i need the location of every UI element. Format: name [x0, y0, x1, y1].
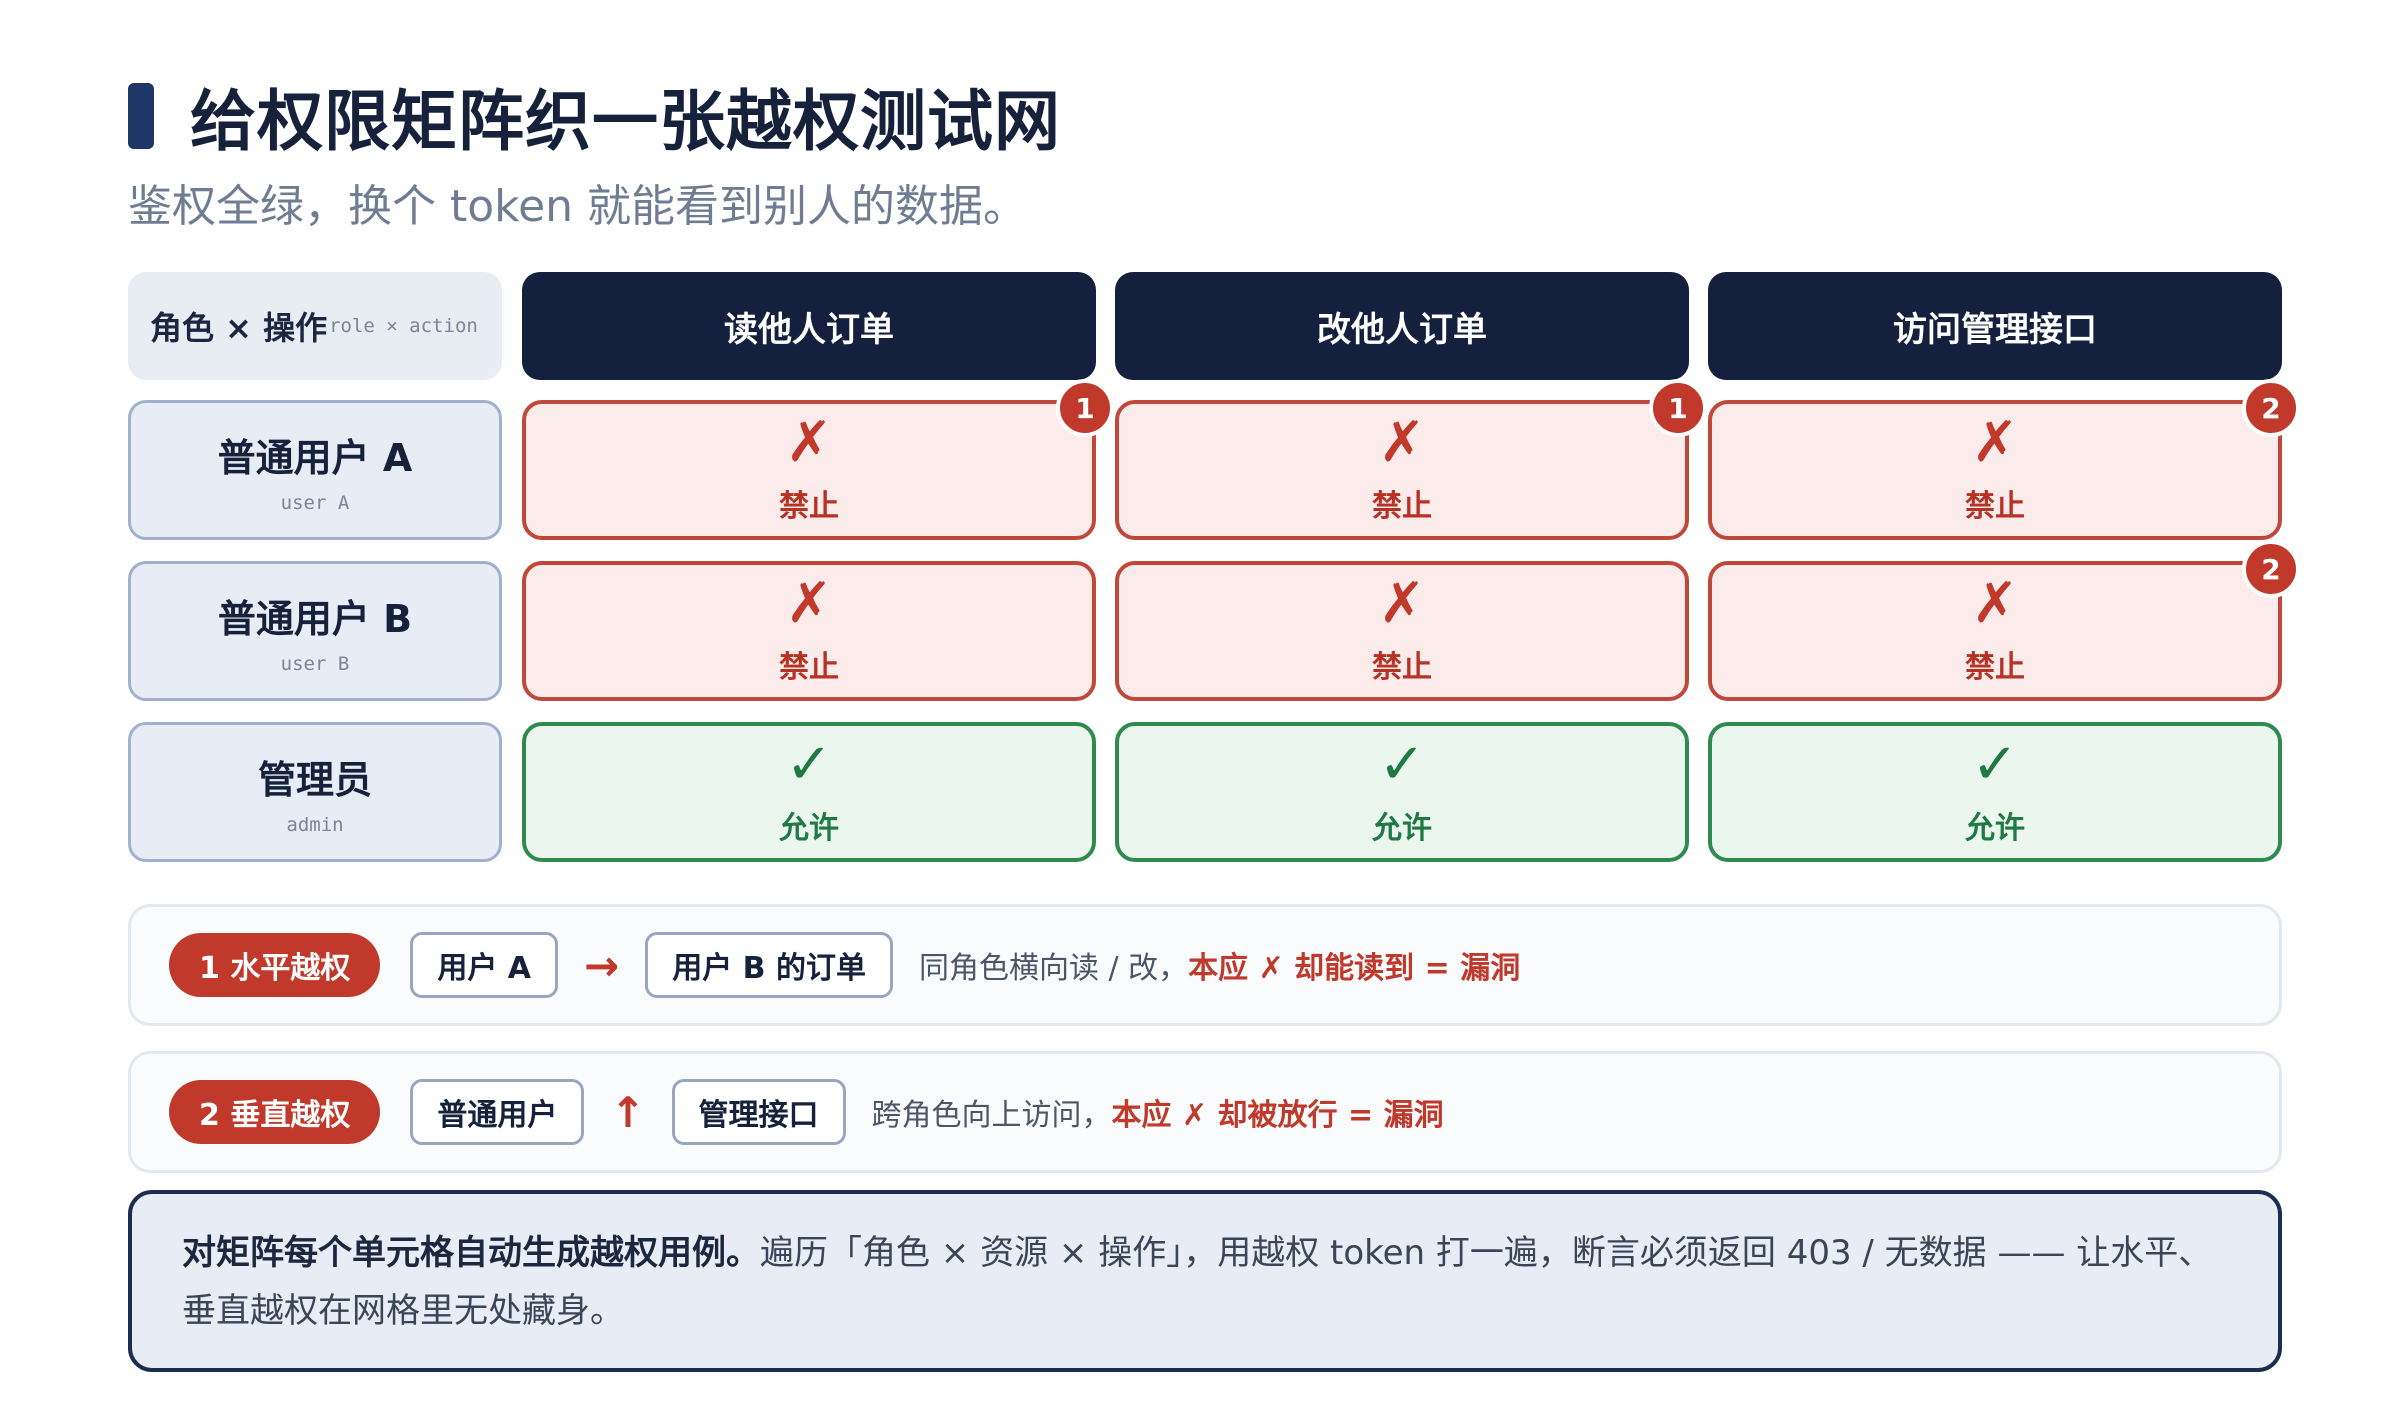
- matrix-cell-deny: ✗ 禁止: [1708, 561, 2282, 701]
- legend-pill: 1 水平越权: [169, 933, 381, 997]
- vuln-badge: 2: [2242, 379, 2300, 437]
- legend-from-chip: 普通用户: [410, 1079, 585, 1145]
- vuln-badge: 1: [1056, 379, 1114, 437]
- matrix-corner: 角色 × 操作 role × action: [128, 272, 502, 380]
- row-label: 管理员: [257, 757, 372, 802]
- legend-to-chip: 管理接口: [671, 1079, 846, 1145]
- legend-emphasis: 本应 ✗ 却能读到 = 漏洞: [1188, 951, 1521, 986]
- check-icon: ✓: [1971, 732, 2019, 797]
- cell-verdict: 允许: [1965, 811, 2025, 846]
- row-label-en: user A: [280, 491, 350, 514]
- corner-label-en: role × action: [329, 315, 478, 337]
- legend-description: 跨角色向上访问，: [871, 1098, 1112, 1133]
- cell-verdict: 禁止: [1372, 650, 1432, 685]
- row-label-en: admin: [286, 813, 344, 836]
- matrix-cell-deny: ✗ 禁止: [1115, 561, 1689, 701]
- title-accent-bar: [128, 83, 154, 149]
- legend-horizontal: 1 水平越权 用户 A → 用户 B 的订单 同角色横向读 / 改， 本应 ✗ …: [128, 904, 2282, 1026]
- cell-verdict: 禁止: [1372, 489, 1432, 524]
- matrix-cell-allow: ✓ 允许: [1115, 722, 1689, 862]
- cross-icon: ✗: [1971, 571, 2019, 636]
- cross-icon: ✗: [1378, 571, 1426, 636]
- legend-pill: 2 垂直越权: [169, 1080, 381, 1144]
- legend-vertical: 2 垂直越权 普通用户 ↑ 管理接口 跨角色向上访问， 本应 ✗ 却被放行 = …: [128, 1051, 2282, 1173]
- matrix-cell-deny: ✗ 禁止: [522, 561, 1096, 701]
- matrix-cell-allow: ✓ 允许: [522, 722, 1096, 862]
- legend-description: 同角色横向读 / 改，: [918, 951, 1189, 986]
- column-header-admin-api: 访问管理接口: [1708, 272, 2282, 380]
- legend-emphasis: 本应 ✗ 却被放行 = 漏洞: [1111, 1098, 1444, 1133]
- page-subtitle: 鉴权全绿，换个 token 就能看到别人的数据。: [128, 181, 1028, 232]
- cross-icon: ✗: [1971, 410, 2019, 475]
- note-lead: 对矩阵每个单元格自动生成越权用例。: [182, 1233, 760, 1273]
- row-header-admin: 管理员 admin: [128, 722, 502, 862]
- summary-note: 对矩阵每个单元格自动生成越权用例。遍历「角色 × 资源 × 操作」，用越权 to…: [128, 1190, 2282, 1372]
- cell-verdict: 允许: [1372, 811, 1432, 846]
- up-arrow-icon: ↑: [610, 1087, 646, 1137]
- title-block: 给权限矩阵织一张越权测试网: [128, 66, 1061, 166]
- matrix-cell-deny: ✗ 禁止: [1708, 400, 2282, 540]
- cell-verdict: 禁止: [1965, 489, 2025, 524]
- column-header-read: 读他人订单: [522, 272, 1096, 380]
- matrix-cell-deny: ✗ 禁止: [1115, 400, 1689, 540]
- row-label-en: user B: [280, 652, 350, 675]
- column-header-modify: 改他人订单: [1115, 272, 1689, 380]
- corner-label: 角色 × 操作: [150, 309, 328, 347]
- vuln-badge: 1: [1649, 379, 1707, 437]
- matrix-cell-allow: ✓ 允许: [1708, 722, 2282, 862]
- legend-from-chip: 用户 A: [410, 932, 558, 998]
- cell-verdict: 允许: [779, 811, 839, 846]
- vuln-badge: 2: [2242, 540, 2300, 598]
- matrix-cell-deny: ✗ 禁止: [522, 400, 1096, 540]
- row-header-user-a: 普通用户 A user A: [128, 400, 502, 540]
- row-label: 普通用户 B: [217, 596, 413, 641]
- cross-icon: ✗: [1378, 410, 1426, 475]
- check-icon: ✓: [1378, 732, 1426, 797]
- row-header-user-b: 普通用户 B user B: [128, 561, 502, 701]
- cell-verdict: 禁止: [1965, 650, 2025, 685]
- right-arrow-icon: →: [584, 940, 620, 990]
- page-title: 给权限矩阵织一张越权测试网: [190, 83, 1061, 160]
- cross-icon: ✗: [785, 410, 833, 475]
- cross-icon: ✗: [785, 571, 833, 636]
- check-icon: ✓: [785, 732, 833, 797]
- cell-verdict: 禁止: [779, 650, 839, 685]
- cell-verdict: 禁止: [779, 489, 839, 524]
- row-label: 普通用户 A: [217, 435, 413, 480]
- legend-to-chip: 用户 B 的订单: [645, 932, 893, 998]
